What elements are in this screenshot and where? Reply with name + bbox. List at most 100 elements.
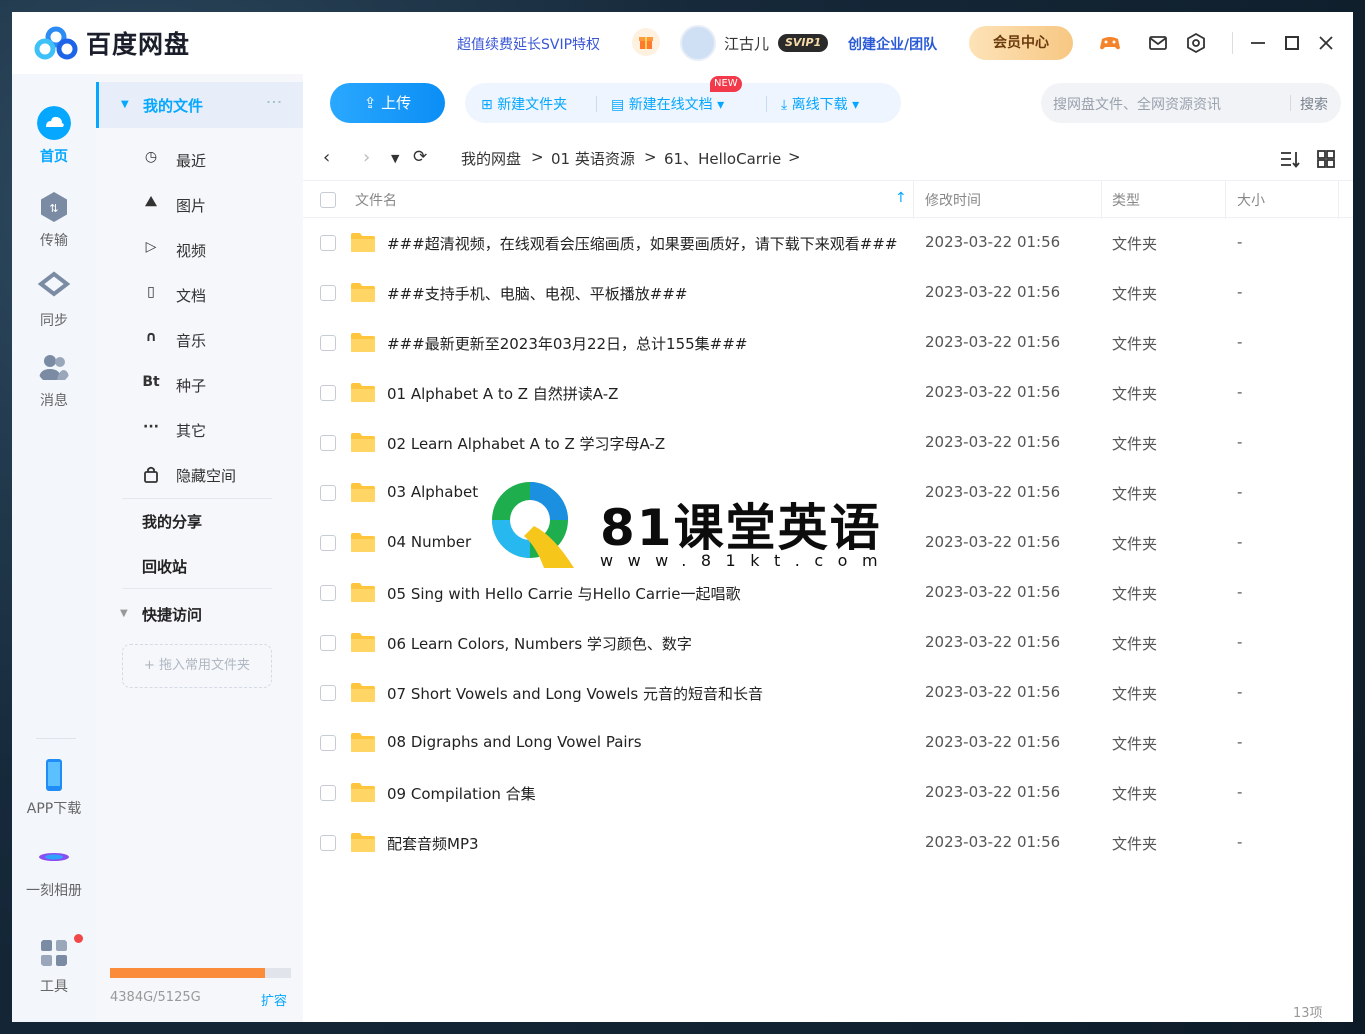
row-checkbox[interactable]	[320, 235, 336, 251]
file-size: -	[1237, 333, 1243, 351]
more-vertical-icon[interactable]: ⋮	[265, 94, 284, 108]
table-row[interactable]: ###支持手机、电脑、电视、平板播放### 2023-03-22 01:56 文件夹…	[303, 268, 1353, 318]
row-checkbox[interactable]	[320, 285, 336, 301]
row-checkbox[interactable]	[320, 685, 336, 701]
file-name[interactable]: 08 Digraphs and Long Vowel Pairs	[387, 733, 642, 751]
breadcrumb-current[interactable]: 61、HelloCarrie	[664, 148, 781, 169]
row-checkbox[interactable]	[320, 385, 336, 401]
table-row[interactable]: 09 Compilation 合集 2023-03-22 01:56 文件夹 -	[303, 768, 1353, 818]
table-row[interactable]: 06 Learn Colors, Numbers 学习颜色、数字 2023-03-…	[303, 618, 1353, 668]
file-size: -	[1237, 433, 1243, 451]
nav-item-other[interactable]: ··· 其它	[96, 408, 303, 453]
sort-ascending-icon[interactable]: ↑	[895, 190, 907, 206]
file-name[interactable]: 04 Number	[387, 533, 471, 551]
row-checkbox[interactable]	[320, 335, 336, 351]
nav-item-documents[interactable]: ▯ 文档	[96, 273, 303, 318]
file-name[interactable]: 06 Learn Colors, Numbers 学习颜色、数字	[387, 633, 692, 654]
table-row[interactable]: 08 Digraphs and Long Vowel Pairs 2023-03-…	[303, 718, 1353, 768]
file-type: 文件夹	[1112, 535, 1158, 553]
table-row[interactable]: 07 Short Vowels and Long Vowels 元音的短音和长音…	[303, 668, 1353, 718]
row-checkbox[interactable]	[320, 435, 336, 451]
file-name[interactable]: ###支持手机、电脑、电视、平板播放###	[387, 283, 687, 304]
username[interactable]: 江古儿	[724, 33, 769, 54]
rail-album[interactable]: 一刻相册	[12, 840, 96, 900]
table-row[interactable]: 05 Sing with Hello Carrie 与Hello Carrie一…	[303, 568, 1353, 618]
sort-icon[interactable]	[1280, 150, 1300, 168]
refresh-icon[interactable]: ⟳	[413, 147, 427, 167]
rail-message[interactable]: 消息	[12, 350, 96, 410]
history-dropdown-icon[interactable]: ▼	[391, 152, 399, 165]
column-header-modified[interactable]: 修改时间	[925, 190, 981, 210]
file-modified: 2023-03-22 01:56	[925, 633, 1061, 651]
column-header-name[interactable]: 文件名	[355, 190, 397, 210]
rail-transfer[interactable]: ⇅ 传输	[12, 190, 96, 250]
breadcrumb-folder[interactable]: 01 英语资源	[551, 148, 635, 169]
nav-item-label: 其它	[176, 422, 207, 440]
gift-icon[interactable]	[632, 28, 660, 56]
row-checkbox[interactable]	[320, 785, 336, 801]
rail-tools[interactable]: 工具	[12, 936, 96, 996]
minimize-icon[interactable]	[1246, 31, 1270, 55]
nav-item-music[interactable]: ∩ 音乐	[96, 318, 303, 363]
nav-item-torrents[interactable]: Bt 种子	[96, 363, 303, 408]
gamepad-icon[interactable]	[1098, 31, 1122, 55]
nav-my-share[interactable]: 我的分享	[142, 511, 202, 532]
mail-icon[interactable]	[1146, 31, 1170, 55]
search-button[interactable]: 搜索	[1300, 94, 1328, 114]
file-name[interactable]: 09 Compilation 合集	[387, 783, 536, 804]
table-row[interactable]: 配套音频MP3 2023-03-22 01:56 文件夹 -	[303, 818, 1353, 868]
file-name[interactable]: 03 Alphabet	[387, 483, 478, 501]
file-name[interactable]: ###超清视频，在线观看会压缩画质，如果要画质好，请下载下来观看###	[387, 233, 897, 254]
nav-my-files[interactable]: ▼ 我的文件 ⋮	[96, 82, 303, 128]
expand-storage-link[interactable]: 扩容	[261, 990, 287, 1009]
file-name[interactable]: 配套音频MP3	[387, 833, 479, 854]
row-checkbox[interactable]	[320, 585, 336, 601]
file-type: 文件夹	[1112, 235, 1158, 253]
upload-button[interactable]: ⇪ 上传	[330, 83, 445, 123]
file-name[interactable]: 02 Learn Alphabet A to Z 学习字母A-Z	[387, 433, 665, 454]
rail-app-download[interactable]: APP下载	[12, 758, 96, 818]
row-checkbox[interactable]	[320, 485, 336, 501]
rail-label-tools: 工具	[40, 979, 68, 995]
search-input[interactable]: 搜网盘文件、全网资源资讯	[1053, 94, 1221, 114]
column-header-type[interactable]: 类型	[1112, 190, 1140, 210]
new-online-doc-button[interactable]: ▤ 新建在线文档 ▾	[611, 94, 724, 114]
new-folder-button[interactable]: ⊞ 新建文件夹	[481, 94, 567, 114]
offline-download-button[interactable]: ⤓ 离线下载 ▾	[781, 94, 859, 114]
rail-home[interactable]: 首页	[12, 106, 96, 166]
nav-item-images[interactable]: ⛰ 图片	[96, 183, 303, 228]
file-name[interactable]: 01 Alphabet A to Z 自然拼读A-Z	[387, 383, 618, 404]
file-name[interactable]: ###最新更新至2023年03月22日，总计155集###	[387, 333, 747, 354]
nav-recycle-bin[interactable]: 回收站	[142, 556, 187, 577]
vip-center-button[interactable]: 会员中心	[969, 26, 1073, 60]
close-icon[interactable]	[1314, 31, 1338, 55]
nav-quick-access[interactable]: 快捷访问	[142, 604, 202, 625]
row-checkbox[interactable]	[320, 535, 336, 551]
settings-icon[interactable]	[1184, 31, 1208, 55]
svip-promo-link[interactable]: 超值续费延长SVIP特权	[457, 34, 600, 54]
file-name[interactable]: 07 Short Vowels and Long Vowels 元音的短音和长音	[387, 683, 763, 704]
row-checkbox[interactable]	[320, 835, 336, 851]
table-row[interactable]: 02 Learn Alphabet A to Z 学习字母A-Z 2023-03-…	[303, 418, 1353, 468]
user-avatar[interactable]	[680, 25, 716, 61]
table-row[interactable]: ###超清视频，在线观看会压缩画质，如果要画质好，请下载下来观看### 2023-…	[303, 218, 1353, 268]
select-all-checkbox[interactable]	[320, 192, 336, 208]
create-enterprise-link[interactable]: 创建企业/团队	[848, 34, 937, 54]
file-name[interactable]: 05 Sing with Hello Carrie 与Hello Carrie一…	[387, 583, 741, 604]
maximize-icon[interactable]	[1280, 31, 1304, 55]
nav-item-video[interactable]: ▷ 视频	[96, 228, 303, 273]
row-checkbox[interactable]	[320, 735, 336, 751]
table-row[interactable]: ###最新更新至2023年03月22日，总计155集### 2023-03-22 …	[303, 318, 1353, 368]
nav-item-hidden-space[interactable]: 隐藏空间	[96, 453, 303, 498]
search-box[interactable]: 搜网盘文件、全网资源资讯 搜索	[1041, 83, 1341, 123]
back-arrow-icon[interactable]: ‹	[323, 147, 330, 168]
forward-arrow-icon[interactable]: ›	[363, 147, 370, 168]
row-checkbox[interactable]	[320, 635, 336, 651]
nav-item-recent[interactable]: ◷ 最近	[96, 138, 303, 183]
breadcrumb-root[interactable]: 我的网盘	[461, 148, 521, 169]
column-header-size[interactable]: 大小	[1237, 190, 1265, 210]
table-row[interactable]: 01 Alphabet A to Z 自然拼读A-Z 2023-03-22 01:…	[303, 368, 1353, 418]
grid-view-icon[interactable]	[1316, 150, 1336, 168]
quick-access-drop-zone[interactable]: + 拖入常用文件夹	[122, 644, 272, 688]
rail-sync[interactable]: 同步	[12, 270, 96, 330]
